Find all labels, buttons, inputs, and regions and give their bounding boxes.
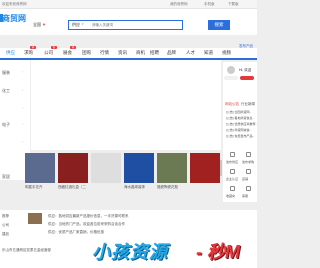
service-supply[interactable]: 发布供应 bbox=[225, 150, 240, 166]
nav-item-opportunity[interactable]: 商机 bbox=[136, 50, 145, 56]
nav-item-news[interactable]: 资讯 bbox=[118, 50, 127, 56]
product-card[interactable] bbox=[190, 153, 220, 191]
notice-item[interactable]: [公告] 优质供应商推荐... bbox=[226, 122, 257, 126]
news-thumbnail[interactable] bbox=[28, 213, 42, 224]
section-label: 推荐 bbox=[2, 214, 9, 218]
notice-item[interactable]: [公告] 各地商贸信息... bbox=[226, 116, 257, 120]
product-card[interactable]: 西藏红酒礼盒（二 bbox=[58, 153, 88, 191]
service-shop[interactable]: 店铺 bbox=[241, 167, 256, 183]
greeting-text: Hi, 欢迎 bbox=[239, 68, 252, 72]
nav-item-brand[interactable]: 品牌 bbox=[167, 50, 176, 56]
service-support[interactable]: 客服 bbox=[241, 184, 256, 200]
tab-industry-news[interactable]: 行业新闻 bbox=[241, 102, 255, 107]
notice-item[interactable]: [公告] 全国商贸网... bbox=[226, 110, 257, 114]
promo-overlay-text: 小孩资源 bbox=[92, 242, 168, 262]
service-verify[interactable]: 企业认证 bbox=[225, 167, 240, 183]
promo-overlay-text: - 秒M bbox=[196, 242, 240, 262]
product-image bbox=[190, 153, 220, 183]
nav-item-purchase[interactable]: 求购 bbox=[24, 50, 33, 56]
top-bar: 欢迎来到商贸网 我的商贸网 手机版 下载版 bbox=[0, 0, 257, 9]
avatar bbox=[227, 66, 235, 74]
nav-item-video[interactable]: 视频 bbox=[222, 50, 231, 56]
chevron-right-icon: › bbox=[22, 106, 24, 110]
banner-area[interactable] bbox=[31, 60, 221, 150]
nav-item-group-buy[interactable]: 团购 bbox=[82, 50, 91, 56]
product-caption: 西藏红酒礼盒（二 bbox=[58, 185, 86, 189]
nav-item-talent[interactable]: 人才 bbox=[186, 50, 195, 56]
product-image bbox=[124, 153, 154, 183]
nav-badge: 热 bbox=[30, 46, 36, 49]
nav-item-market[interactable]: 行情 bbox=[100, 50, 109, 56]
chevron-down-icon[interactable]: ▾ bbox=[82, 22, 84, 26]
product-image bbox=[91, 153, 121, 183]
product-image bbox=[25, 153, 55, 183]
chevron-right-icon: › bbox=[22, 88, 24, 92]
product-image bbox=[58, 153, 88, 183]
shield-icon bbox=[230, 169, 235, 174]
sidebar-item-home[interactable]: 家居 bbox=[2, 174, 10, 180]
tab-site-notice[interactable]: 网站公告 bbox=[225, 102, 239, 107]
main-nav bbox=[0, 48, 257, 60]
product-caption: 明星手花卉 bbox=[25, 185, 43, 189]
headset-icon bbox=[246, 186, 251, 191]
nav-item-jobs[interactable]: 招聘 bbox=[150, 50, 159, 56]
chevron-right-icon: › bbox=[22, 140, 24, 144]
heart-icon bbox=[230, 186, 235, 191]
sidebar-item-electronics[interactable]: 电子 bbox=[2, 122, 10, 128]
nav-item-expo[interactable]: 展会 bbox=[63, 50, 72, 56]
city-selector[interactable]: 全国 bbox=[33, 22, 41, 28]
list-item[interactable]: 供应：当地热门产品，欢迎各位前来采购洽谈合作 bbox=[48, 222, 125, 227]
city-arrow-icon[interactable]: ▼ bbox=[42, 22, 46, 27]
nav-item-company[interactable]: 公司 bbox=[44, 50, 53, 56]
sidebar-item-clothing[interactable]: 服装 bbox=[2, 70, 10, 76]
nav-badge: 新 bbox=[51, 46, 57, 49]
top-link-mobile[interactable]: 手机版 bbox=[204, 2, 215, 7]
chevron-right-icon: › bbox=[22, 70, 24, 74]
welcome-text: 欢迎来到商贸网 bbox=[2, 2, 27, 6]
service-purchase[interactable]: 发布求购 bbox=[241, 150, 256, 166]
cart-icon bbox=[246, 152, 251, 157]
top-link-download[interactable]: 下载版 bbox=[228, 2, 239, 7]
service-grid: 发布供应 发布求购 企业认证 店铺 收藏夹 客服 bbox=[224, 148, 257, 202]
site-logo[interactable]: 商贸网 bbox=[2, 13, 26, 24]
nav-item-know[interactable]: 知道 bbox=[204, 50, 213, 56]
list-item[interactable]: 供应：各地供应最新产品报价信息，一手货源可联系 bbox=[48, 214, 129, 219]
product-image bbox=[157, 153, 187, 183]
company-name[interactable]: 乐山市五通桥区宏泰五金经营部 bbox=[2, 248, 51, 253]
product-card[interactable]: 福瓷陶瓷花瓶 bbox=[157, 153, 187, 191]
list-item[interactable]: 供应：优质产品厂家直销，价格优惠 bbox=[48, 230, 104, 235]
register-button[interactable] bbox=[224, 76, 238, 80]
section-label: 建品 bbox=[2, 232, 9, 236]
search-button[interactable]: 搜索 bbox=[208, 20, 230, 30]
product-caption: 海水晶球装饰 bbox=[124, 185, 145, 189]
product-card[interactable]: 海水晶球装饰 bbox=[124, 153, 154, 191]
top-link-my-account[interactable]: 我的商贸网 bbox=[170, 2, 188, 7]
document-icon bbox=[230, 152, 235, 157]
section-label: 公司 bbox=[2, 223, 9, 227]
sidebar-item-chemical[interactable]: 化工 bbox=[2, 88, 10, 94]
service-favorites[interactable]: 收藏夹 bbox=[225, 184, 240, 200]
product-card[interactable] bbox=[91, 153, 121, 191]
nav-badge: 热 bbox=[70, 46, 76, 49]
product-card[interactable]: 明星手花卉 bbox=[25, 153, 55, 191]
search-type-select[interactable]: 供应 bbox=[72, 22, 80, 28]
product-caption: 福瓷陶瓷花瓶 bbox=[157, 185, 178, 189]
search-input[interactable] bbox=[92, 21, 172, 29]
store-icon bbox=[246, 169, 251, 174]
login-button[interactable] bbox=[240, 76, 254, 80]
notice-item[interactable]: [公告] 商贸网诚信... bbox=[226, 128, 257, 132]
chevron-right-icon: › bbox=[22, 122, 24, 126]
notice-item[interactable]: [公告] 免费发布产品... bbox=[226, 134, 257, 138]
nav-item-supply[interactable]: 供应 bbox=[6, 50, 15, 56]
